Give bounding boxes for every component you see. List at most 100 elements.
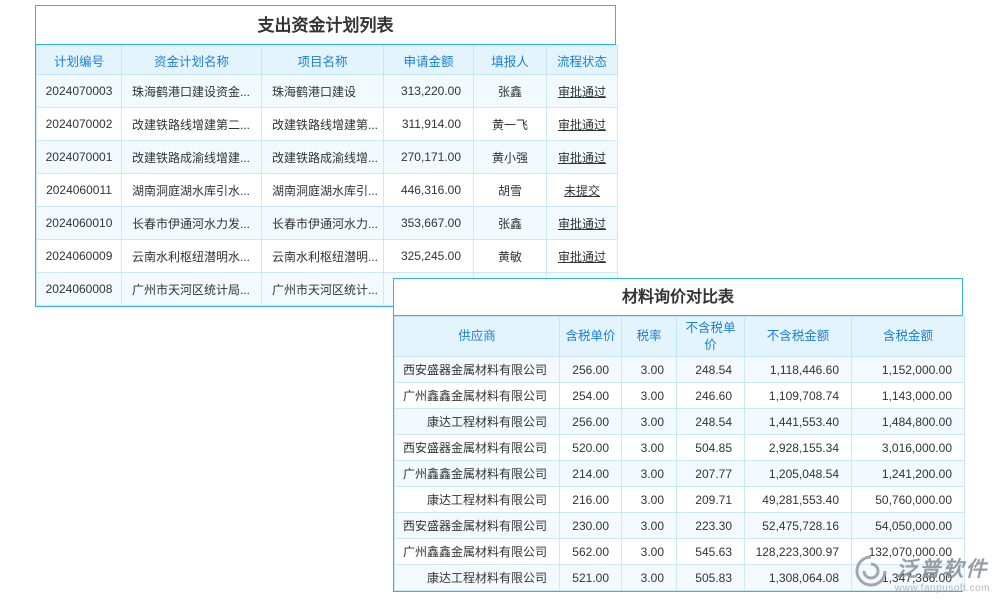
supplier-cell[interactable]: 西安盛器金属材料有限公司 [395,513,560,539]
request-amount-cell: 311,914.00 [384,108,474,141]
table-row[interactable]: 康达工程材料有限公司256.003.00248.541,441,553.401,… [395,409,965,435]
unit-price-excl-tax-cell: 248.54 [677,357,745,383]
supplier-cell[interactable]: 广州鑫鑫金属材料有限公司 [395,461,560,487]
workflow-status-cell[interactable]: 审批通过 [547,141,618,174]
supplier-cell[interactable]: 康达工程材料有限公司 [395,409,560,435]
plan-id-cell[interactable]: 2024060008 [37,273,122,306]
table-row[interactable]: 西安盛器金属材料有限公司230.003.00223.3052,475,728.1… [395,513,965,539]
amount-excl-tax-cell: 52,475,728.16 [745,513,852,539]
reporter-cell[interactable]: 黄小强 [474,141,547,174]
column-header: 含税金额 [852,317,965,357]
page: 支出资金计划列表 计划编号资金计划名称项目名称申请金额填报人流程状态 20240… [0,0,1000,600]
column-header: 不含税单价 [677,317,745,357]
workflow-status-cell[interactable]: 审批通过 [547,75,618,108]
table-row[interactable]: 康达工程材料有限公司216.003.00209.7149,281,553.405… [395,487,965,513]
unit-price-incl-tax-cell: 521.00 [560,565,622,591]
reporter-cell[interactable]: 胡雪 [474,174,547,207]
table-row[interactable]: 2024070003珠海鹤港口建设资金...珠海鹤港口建设313,220.00张… [37,75,618,108]
fund-plan-table-body: 2024070003珠海鹤港口建设资金...珠海鹤港口建设313,220.00张… [37,75,618,306]
tax-rate-cell: 3.00 [622,513,677,539]
column-header: 计划编号 [37,46,122,75]
amount-incl-tax-cell: 3,016,000.00 [852,435,965,461]
fund-plan-name-cell[interactable]: 广州市天河区统计局... [122,273,262,306]
fund-plan-name-cell[interactable]: 珠海鹤港口建设资金... [122,75,262,108]
tax-rate-cell: 3.00 [622,539,677,565]
project-name-cell[interactable]: 湖南洞庭湖水库引... [262,174,384,207]
project-name-cell[interactable]: 改建铁路线增建第... [262,108,384,141]
amount-incl-tax-cell: 1,241,200.00 [852,461,965,487]
fund-plan-name-cell[interactable]: 湖南洞庭湖水库引水... [122,174,262,207]
reporter-cell[interactable]: 黄敏 [474,240,547,273]
reporter-cell[interactable]: 张鑫 [474,75,547,108]
amount-incl-tax-cell: 1,143,000.00 [852,383,965,409]
workflow-status-cell[interactable]: 审批通过 [547,207,618,240]
fanpu-logo-icon [853,553,889,594]
table-row[interactable]: 广州鑫鑫金属材料有限公司254.003.00246.601,109,708.74… [395,383,965,409]
amount-excl-tax-cell: 2,928,155.34 [745,435,852,461]
project-name-cell[interactable]: 珠海鹤港口建设 [262,75,384,108]
project-name-cell[interactable]: 改建铁路成渝线增... [262,141,384,174]
unit-price-excl-tax-cell: 248.54 [677,409,745,435]
supplier-cell[interactable]: 康达工程材料有限公司 [395,565,560,591]
request-amount-cell: 325,245.00 [384,240,474,273]
table-row[interactable]: 2024070001改建铁路成渝线增建...改建铁路成渝线增...270,171… [37,141,618,174]
fund-plan-table-title: 支出资金计划列表 [36,6,615,45]
fund-plan-name-cell[interactable]: 云南水利枢纽潜明水... [122,240,262,273]
amount-excl-tax-cell: 1,441,553.40 [745,409,852,435]
project-name-cell[interactable]: 云南水利枢纽潜明... [262,240,384,273]
request-amount-cell: 313,220.00 [384,75,474,108]
plan-id-cell[interactable]: 2024070001 [37,141,122,174]
fund-plan-name-cell[interactable]: 改建铁路线增建第二... [122,108,262,141]
unit-price-incl-tax-cell: 256.00 [560,357,622,383]
tax-rate-cell: 3.00 [622,565,677,591]
plan-id-cell[interactable]: 2024060009 [37,240,122,273]
supplier-cell[interactable]: 康达工程材料有限公司 [395,487,560,513]
unit-price-incl-tax-cell: 216.00 [560,487,622,513]
table-row[interactable]: 2024060010长春市伊通河水力发...长春市伊通河水力...353,667… [37,207,618,240]
unit-price-incl-tax-cell: 562.00 [560,539,622,565]
tax-rate-cell: 3.00 [622,409,677,435]
workflow-status-cell[interactable]: 审批通过 [547,108,618,141]
request-amount-cell: 270,171.00 [384,141,474,174]
reporter-cell[interactable]: 黄一飞 [474,108,547,141]
unit-price-incl-tax-cell: 254.00 [560,383,622,409]
unit-price-incl-tax-cell: 230.00 [560,513,622,539]
table-row[interactable]: 2024060011湖南洞庭湖水库引水...湖南洞庭湖水库引...446,316… [37,174,618,207]
amount-excl-tax-cell: 49,281,553.40 [745,487,852,513]
reporter-cell[interactable]: 张鑫 [474,207,547,240]
plan-id-cell[interactable]: 2024070002 [37,108,122,141]
brand-name: 泛普软件 [896,553,988,583]
material-inquiry-header-row: 供应商含税单价税率不含税单价不含税金额含税金额 [395,317,965,357]
unit-price-incl-tax-cell: 214.00 [560,461,622,487]
plan-id-cell[interactable]: 2024060010 [37,207,122,240]
amount-excl-tax-cell: 1,205,048.54 [745,461,852,487]
table-row[interactable]: 2024070002改建铁路线增建第二...改建铁路线增建第...311,914… [37,108,618,141]
unit-price-excl-tax-cell: 223.30 [677,513,745,539]
table-row[interactable]: 西安盛器金属材料有限公司256.003.00248.541,118,446.60… [395,357,965,383]
amount-incl-tax-cell: 50,760,000.00 [852,487,965,513]
table-row[interactable]: 西安盛器金属材料有限公司520.003.00504.852,928,155.34… [395,435,965,461]
supplier-cell[interactable]: 西安盛器金属材料有限公司 [395,435,560,461]
project-name-cell[interactable]: 广州市天河区统计... [262,273,384,306]
fund-plan-name-cell[interactable]: 改建铁路成渝线增建... [122,141,262,174]
supplier-cell[interactable]: 广州鑫鑫金属材料有限公司 [395,539,560,565]
table-row[interactable]: 广州鑫鑫金属材料有限公司214.003.00207.771,205,048.54… [395,461,965,487]
column-header: 含税单价 [560,317,622,357]
tax-rate-cell: 3.00 [622,461,677,487]
workflow-status-cell[interactable]: 审批通过 [547,240,618,273]
column-header: 资金计划名称 [122,46,262,75]
project-name-cell[interactable]: 长春市伊通河水力... [262,207,384,240]
column-header: 填报人 [474,46,547,75]
plan-id-cell[interactable]: 2024070003 [37,75,122,108]
supplier-cell[interactable]: 西安盛器金属材料有限公司 [395,357,560,383]
fund-plan-name-cell[interactable]: 长春市伊通河水力发... [122,207,262,240]
supplier-cell[interactable]: 广州鑫鑫金属材料有限公司 [395,383,560,409]
amount-incl-tax-cell: 1,152,000.00 [852,357,965,383]
material-inquiry-table: 供应商含税单价税率不含税单价不含税金额含税金额 西安盛器金属材料有限公司256.… [394,316,965,591]
unit-price-incl-tax-cell: 256.00 [560,409,622,435]
unit-price-excl-tax-cell: 504.85 [677,435,745,461]
table-row[interactable]: 2024060009云南水利枢纽潜明水...云南水利枢纽潜明...325,245… [37,240,618,273]
column-header: 不含税金额 [745,317,852,357]
workflow-status-cell[interactable]: 未提交 [547,174,618,207]
plan-id-cell[interactable]: 2024060011 [37,174,122,207]
